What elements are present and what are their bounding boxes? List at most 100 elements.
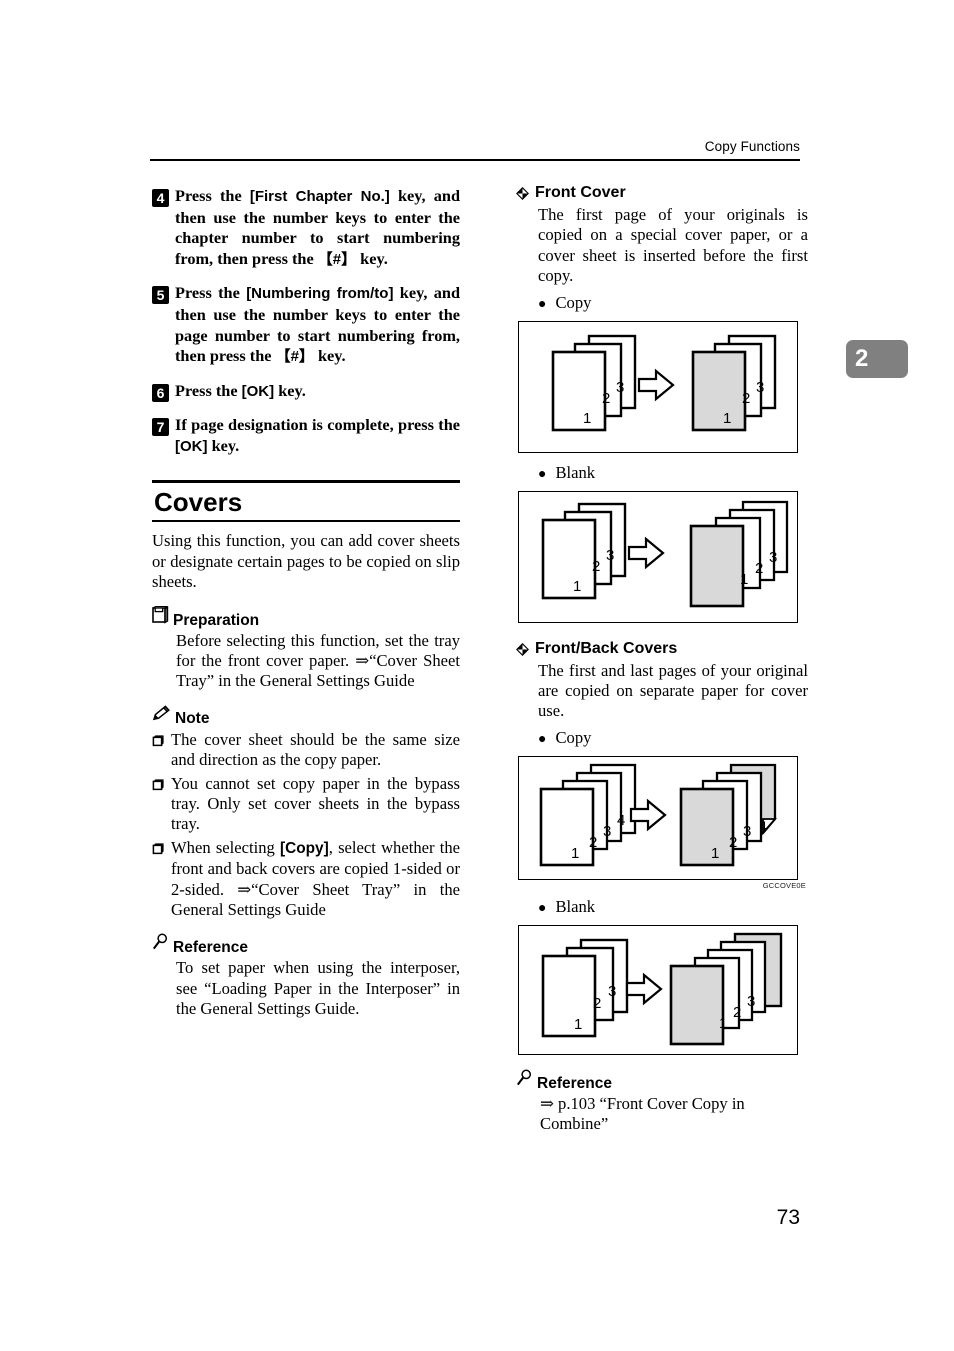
svg-text:1: 1	[573, 578, 581, 595]
svg-text:3: 3	[616, 379, 624, 396]
variant-label-row: ● Blank	[538, 896, 808, 920]
running-header: Copy Functions	[150, 138, 800, 156]
svg-text:2: 2	[729, 834, 737, 851]
pencil-icon	[152, 705, 171, 727]
left-column: 4 Press the [First Chapter No.] key, and…	[152, 186, 460, 1020]
reference-label: Reference	[173, 939, 248, 957]
key-label-numbering-from-to: [Numbering from/to]	[246, 285, 394, 303]
svg-text:2: 2	[602, 390, 610, 407]
section-heading-covers: Covers	[154, 486, 243, 517]
bullet-dot-icon: ●	[538, 296, 547, 312]
header-divider	[150, 159, 800, 161]
note-item-text: You cannot set copy paper in the bypass …	[171, 773, 460, 834]
svg-text:1: 1	[711, 845, 719, 862]
feature-description: The first page of your originals is copi…	[538, 205, 808, 286]
step-number-badge: 7	[152, 418, 169, 437]
note-square-bullet-icon	[152, 838, 171, 921]
note-square-bullet-icon	[152, 730, 171, 771]
svg-text:2: 2	[742, 390, 750, 407]
procedure-step: 5 Press the [Numbering from/to] key, and…	[152, 283, 460, 367]
reference-text: To set paper when using the interposer, …	[176, 958, 460, 1019]
book-icon	[152, 605, 169, 629]
chapter-tab: 2	[846, 340, 908, 378]
svg-text:1: 1	[583, 410, 591, 427]
note-square-bullet-icon	[152, 774, 171, 835]
step-text: Press the [Numbering from/to] key, and t…	[175, 283, 460, 366]
page-number: 73	[776, 1206, 800, 1229]
feature-front-cover: Front Cover The first page of your origi…	[516, 183, 808, 623]
procedure-step: 7 If page designation is complete, press…	[152, 415, 460, 457]
magnifier-icon	[516, 1069, 533, 1092]
reference-label: Reference	[537, 1074, 612, 1092]
section-rule-bottom	[152, 519, 460, 523]
note-item: When selecting [Copy], select whether th…	[152, 838, 460, 921]
variant-label-row: ● Copy	[538, 292, 808, 316]
step-number-badge: 4	[152, 189, 169, 207]
variant-label: Blank	[555, 896, 596, 916]
svg-text:2: 2	[593, 995, 601, 1012]
feature-title: Front Cover	[535, 184, 626, 201]
bullet-dot-icon: ●	[538, 731, 547, 747]
variant-label: Blank	[555, 462, 596, 482]
svg-text:2: 2	[589, 834, 597, 851]
variant-label-row: ● Copy	[538, 727, 808, 751]
key-label-ok: [OK]	[175, 437, 208, 455]
bullet-dot-icon: ●	[538, 900, 547, 916]
fig-fb-covers-blank: 3 2 1 3 2 1	[518, 924, 798, 1055]
step-text: Press the [First Chapter No.] key, and t…	[175, 186, 461, 268]
reference-heading: Reference	[516, 1069, 808, 1092]
key-label-copy: [Copy]	[280, 839, 329, 857]
magnifier-icon	[152, 933, 169, 956]
svg-text:2: 2	[733, 1004, 741, 1021]
fig-fb-covers-copy: 4 3 2 1 4 3 2 1	[518, 755, 798, 880]
running-header-title: Copy Functions	[704, 139, 800, 154]
svg-text:1: 1	[740, 571, 748, 588]
note-label: Note	[175, 709, 210, 727]
section-rule-top	[152, 479, 460, 483]
reference-heading: Reference	[152, 933, 460, 956]
note-item-text: When selecting [Copy], select whether th…	[171, 837, 460, 919]
step-number-badge: 5	[152, 286, 169, 305]
preparation-heading: Preparation	[152, 605, 460, 629]
svg-text:2: 2	[755, 560, 763, 577]
svg-text:3: 3	[769, 549, 777, 566]
diamond-icon	[516, 642, 529, 661]
variant-label: Copy	[555, 727, 592, 747]
chapter-tab-number: 2	[855, 345, 869, 372]
note-item-text: The cover sheet should be the same size …	[171, 729, 460, 770]
key-label-hash: 【#】	[317, 250, 357, 268]
feature-front-back-covers: Front/Back Covers The first and last pag…	[516, 639, 808, 1055]
svg-text:3: 3	[608, 983, 616, 1000]
fig-front-cover-copy: 3 2 1 3 2 1	[518, 320, 798, 453]
section-intro-text: Using this function, you can add cover s…	[152, 531, 460, 592]
feature-heading: Front Cover	[516, 183, 808, 205]
key-label-hash: 【#】	[275, 348, 314, 366]
variant-label-row: ● Blank	[538, 462, 808, 486]
svg-text:1: 1	[723, 410, 731, 427]
note-item: You cannot set copy paper in the bypass …	[152, 774, 460, 835]
variant-label: Copy	[555, 292, 592, 312]
reference-text: ⇒ p.103 “Front Cover Copy in Combine”	[540, 1093, 745, 1134]
procedure-step: 4 Press the [First Chapter No.] key, and…	[152, 186, 460, 270]
feature-description: The first and last pages of your origina…	[538, 660, 808, 721]
step-text: If page designation is complete, press t…	[175, 415, 460, 455]
right-column: Front Cover The first page of your origi…	[516, 183, 808, 1135]
svg-text:1: 1	[719, 1015, 727, 1032]
svg-text:4: 4	[617, 812, 625, 829]
preparation-label: Preparation	[173, 611, 260, 629]
svg-text:3: 3	[606, 547, 614, 564]
procedure-step: 6 Press the [OK] key.	[152, 381, 460, 403]
svg-text:2: 2	[592, 558, 600, 575]
document-page: Copy Functions 2 4 Press the [First Chap…	[0, 0, 954, 1351]
svg-text:1: 1	[574, 1016, 582, 1033]
svg-text:3: 3	[756, 379, 764, 396]
svg-text:1: 1	[571, 845, 579, 862]
step-number-badge: 6	[152, 383, 169, 402]
svg-text:3: 3	[747, 993, 755, 1010]
preparation-text: Before selecting this function, set the …	[176, 630, 460, 691]
svg-text:3: 3	[743, 823, 751, 840]
fig-front-cover-blank: 3 2 1 3 2 1	[518, 490, 798, 623]
note-heading: Note	[152, 705, 460, 727]
diamond-icon	[516, 187, 529, 205]
step-text: Press the [OK] key.	[175, 380, 306, 400]
